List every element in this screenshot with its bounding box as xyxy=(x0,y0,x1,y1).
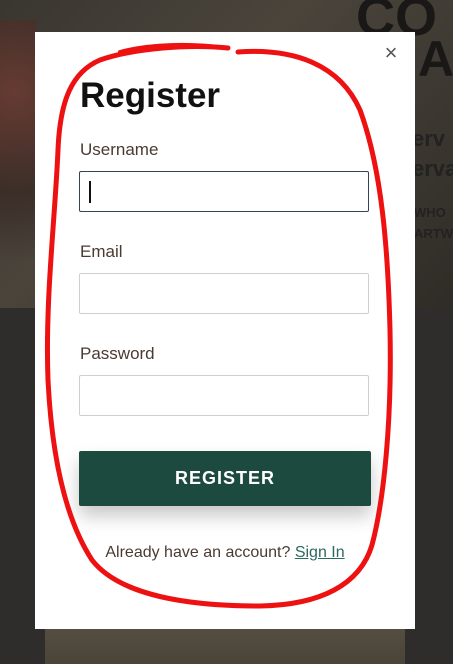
password-label: Password xyxy=(80,344,155,363)
close-icon[interactable]: × xyxy=(380,42,402,64)
background-small-text-1: WHO xyxy=(414,205,446,220)
text-caret xyxy=(89,181,91,203)
background-subheading-2: erva xyxy=(412,156,453,181)
register-modal: × Register Username Email Password REGIS… xyxy=(35,32,415,629)
signin-prompt: Already have an account? Sign In xyxy=(35,544,415,562)
background-subheading-1: erv xyxy=(412,126,446,151)
password-input[interactable] xyxy=(79,375,369,416)
email-input[interactable] xyxy=(79,273,369,314)
email-label: Email xyxy=(80,242,123,261)
register-button[interactable]: REGISTER xyxy=(79,451,371,506)
background-small-text-2: ARTW xyxy=(414,226,453,241)
username-input[interactable] xyxy=(79,171,369,212)
background-heading-2: A xyxy=(418,31,453,87)
username-label: Username xyxy=(80,140,159,159)
signin-prompt-text: Already have an account? xyxy=(105,544,291,561)
modal-title: Register xyxy=(80,76,221,115)
signin-link[interactable]: Sign In xyxy=(295,544,345,561)
